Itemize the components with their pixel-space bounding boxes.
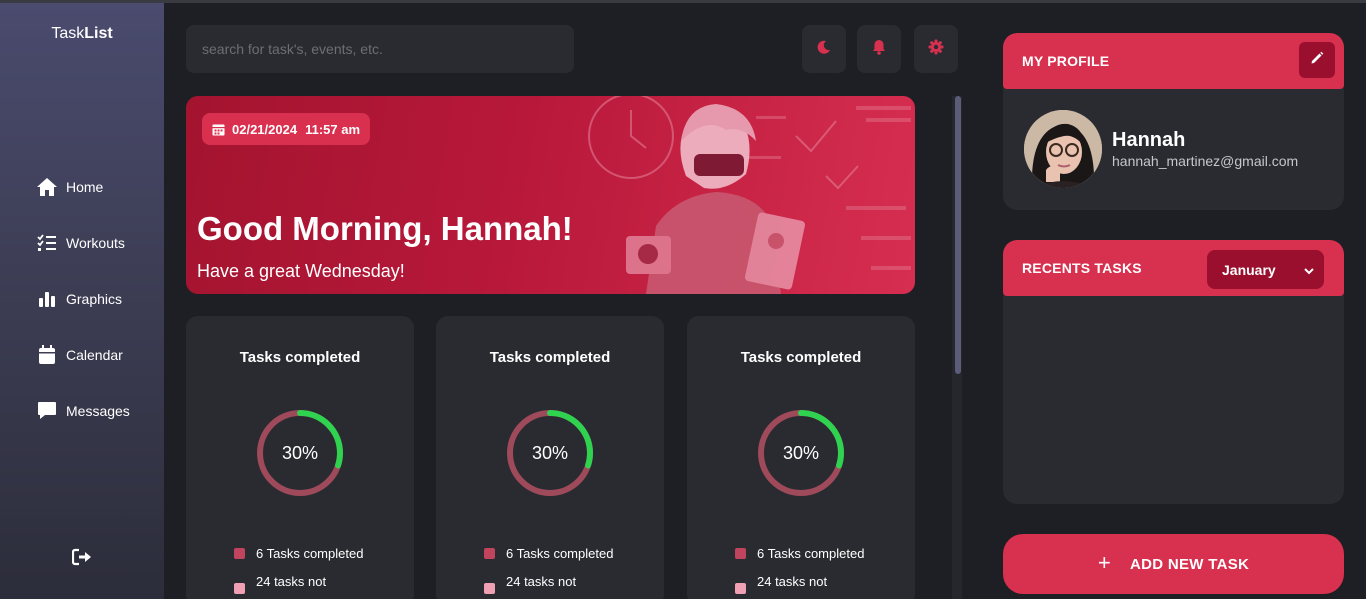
date-chip: 02/21/2024 11:57 am bbox=[202, 113, 371, 145]
logout-icon bbox=[71, 548, 92, 571]
window-top-edge bbox=[0, 0, 1366, 3]
panel-title: RECENTS TASKS bbox=[1022, 260, 1142, 276]
sidebar: TaskList Home Workouts Graphics Calendar… bbox=[0, 3, 164, 599]
sidebar-item-graphics[interactable]: Graphics bbox=[36, 287, 122, 311]
sidebar-item-calendar[interactable]: Calendar bbox=[36, 343, 123, 367]
logout-button[interactable] bbox=[71, 548, 93, 570]
search-input[interactable] bbox=[186, 25, 574, 73]
add-task-label: ADD NEW TASK bbox=[1130, 555, 1250, 573]
legend-completed: 6 Tasks completed bbox=[735, 546, 864, 561]
sidebar-item-messages[interactable]: Messages bbox=[36, 399, 130, 423]
card-title: Tasks completed bbox=[489, 349, 611, 366]
banner-date: 02/21/2024 bbox=[232, 121, 298, 137]
sidebar-item-label: Home bbox=[66, 179, 104, 195]
scrollbar-thumb[interactable] bbox=[955, 96, 961, 374]
plus-icon: + bbox=[1097, 550, 1111, 575]
profile-email: hannah_martinez@gmail.com bbox=[1112, 153, 1299, 169]
legend-not-completed: 24 tasks not bbox=[484, 574, 576, 594]
sidebar-item-label: Messages bbox=[66, 403, 130, 419]
settings-button[interactable] bbox=[914, 25, 958, 73]
app-logo: TaskList bbox=[51, 25, 113, 42]
legend-completed: 6 Tasks completed bbox=[234, 546, 363, 561]
task-card: Tasks completed 30% 6 Tasks completed 24… bbox=[436, 316, 664, 599]
legend-swatch bbox=[484, 548, 495, 559]
calendar-icon bbox=[212, 123, 225, 136]
sidebar-item-home[interactable]: Home bbox=[36, 175, 103, 199]
sidebar-item-label: Calendar bbox=[66, 347, 123, 363]
profile-name: Hannah bbox=[1112, 129, 1186, 151]
bell-icon bbox=[872, 39, 886, 60]
legend-swatch bbox=[484, 583, 495, 594]
card-title: Tasks completed bbox=[239, 349, 361, 366]
greeting-subtitle: Have a great Wednesday! bbox=[197, 261, 405, 281]
legend-swatch bbox=[735, 548, 746, 559]
greeting-heading: Good Morning, Hannah! bbox=[197, 210, 573, 247]
sidebar-item-workouts[interactable]: Workouts bbox=[36, 231, 125, 255]
month-select[interactable]: January bbox=[1207, 250, 1324, 289]
dark-mode-button[interactable] bbox=[802, 25, 846, 73]
progress-percent: 30% bbox=[281, 442, 319, 463]
panel-title: MY PROFILE bbox=[1022, 53, 1110, 69]
legend-completed: 6 Tasks completed bbox=[484, 546, 613, 561]
moon-icon bbox=[817, 40, 831, 59]
card-title: Tasks completed bbox=[740, 349, 862, 366]
profile-panel: MY PROFILE Hannah hannah_martinez@gmail.… bbox=[1003, 33, 1344, 210]
recent-tasks-panel: RECENTS TASKS January bbox=[1003, 240, 1344, 504]
task-card: Tasks completed 30% 6 Tasks completed 24… bbox=[687, 316, 915, 599]
legend-swatch bbox=[234, 548, 245, 559]
legend-swatch bbox=[234, 583, 245, 594]
edit-profile-button[interactable] bbox=[1299, 42, 1335, 78]
legend-swatch bbox=[735, 583, 746, 594]
calendar-icon bbox=[36, 344, 58, 366]
gear-icon bbox=[928, 39, 944, 60]
bar-chart-icon bbox=[36, 288, 58, 310]
banner-time: 11:57 am bbox=[305, 121, 361, 137]
notifications-button[interactable] bbox=[857, 25, 901, 73]
pencil-icon bbox=[1310, 51, 1324, 70]
task-card: Tasks completed 30% 6 Tasks completed 24… bbox=[186, 316, 414, 599]
add-new-task-button[interactable]: + ADD NEW TASK bbox=[1003, 534, 1344, 594]
sidebar-item-label: Graphics bbox=[66, 291, 123, 307]
month-value: January bbox=[1222, 261, 1276, 278]
progress-percent: 30% bbox=[782, 442, 820, 463]
message-icon bbox=[36, 400, 58, 422]
chevron-down-icon bbox=[1304, 262, 1314, 278]
progress-percent: 30% bbox=[531, 442, 569, 463]
welcome-banner: 02/21/2024 11:57 am Good Morning, Hannah… bbox=[186, 96, 915, 294]
profile-header: MY PROFILE bbox=[1003, 33, 1344, 89]
banner-illustration bbox=[588, 96, 911, 294]
home-icon bbox=[36, 176, 58, 198]
legend-not-completed: 24 tasks not bbox=[735, 574, 827, 594]
avatar bbox=[1024, 110, 1102, 188]
sidebar-item-label: Workouts bbox=[66, 235, 125, 251]
legend-not-completed: 24 tasks not bbox=[234, 574, 326, 594]
checklist-icon bbox=[36, 232, 58, 254]
